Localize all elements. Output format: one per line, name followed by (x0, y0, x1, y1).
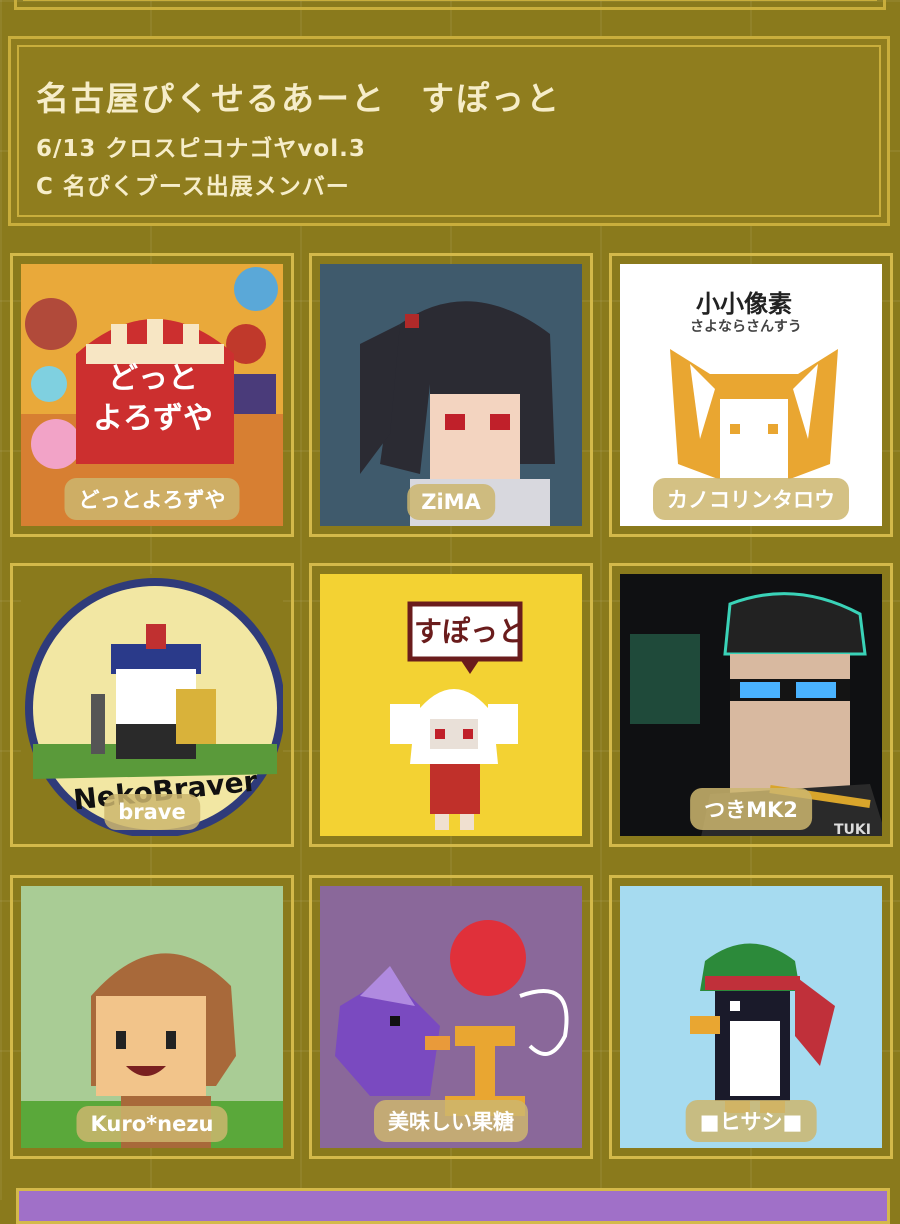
member-name: ■ヒサシ■ (685, 1100, 817, 1142)
member-name: brave (104, 794, 200, 830)
member-card-brave[interactable]: NekoBraver brave (10, 563, 294, 847)
logo-text: どっと よろずや (93, 361, 213, 436)
next-card-edge (16, 1188, 890, 1224)
member-name: 美味しい果糖 (374, 1100, 528, 1142)
member-name: ZiMA (407, 484, 495, 520)
corner-text: TUKI (834, 822, 871, 836)
member-name: どっとよろずや (64, 478, 240, 520)
member-name: Kuro*nezu (76, 1106, 228, 1142)
member-name: つきMK2 (690, 788, 812, 830)
booth-line: C 名ぴくブース出展メンバー (36, 174, 350, 200)
header-text: 名古屋ぴくせるあーと すぽっと 6/13 クロスピコナゴヤvol.3 C 名ぴく… (36, 72, 561, 206)
speech-bubble-text: すぽっと (414, 615, 527, 648)
member-card-tuki-mk2[interactable]: TUKI つきMK2 (609, 563, 893, 847)
member-card-hisashi[interactable]: ■ヒサシ■ (609, 875, 893, 1159)
member-name: カノコリンタロウ (653, 478, 849, 520)
member-card-oishii-katou[interactable]: 美味しい果糖 (309, 875, 593, 1159)
previous-card-edge (14, 0, 886, 10)
member-card-kuro-nezu[interactable]: Kuro*nezu (10, 875, 294, 1159)
member-avatar: すぽっと (320, 574, 582, 836)
member-card-zima[interactable]: ZiMA (309, 253, 593, 537)
member-card-dotto-yorozuya[interactable]: どっと よろずや どっとよろずや (10, 253, 294, 537)
member-card-spot-mascot[interactable]: すぽっと (309, 563, 593, 847)
event-line: 6/13 クロスピコナゴヤvol.3 (36, 136, 366, 162)
member-card-kanokorintarou[interactable]: 小小像素 さよならさんすう カノコリンタロウ (609, 253, 893, 537)
page-title: 名古屋ぴくせるあーと すぽっと (36, 79, 561, 118)
